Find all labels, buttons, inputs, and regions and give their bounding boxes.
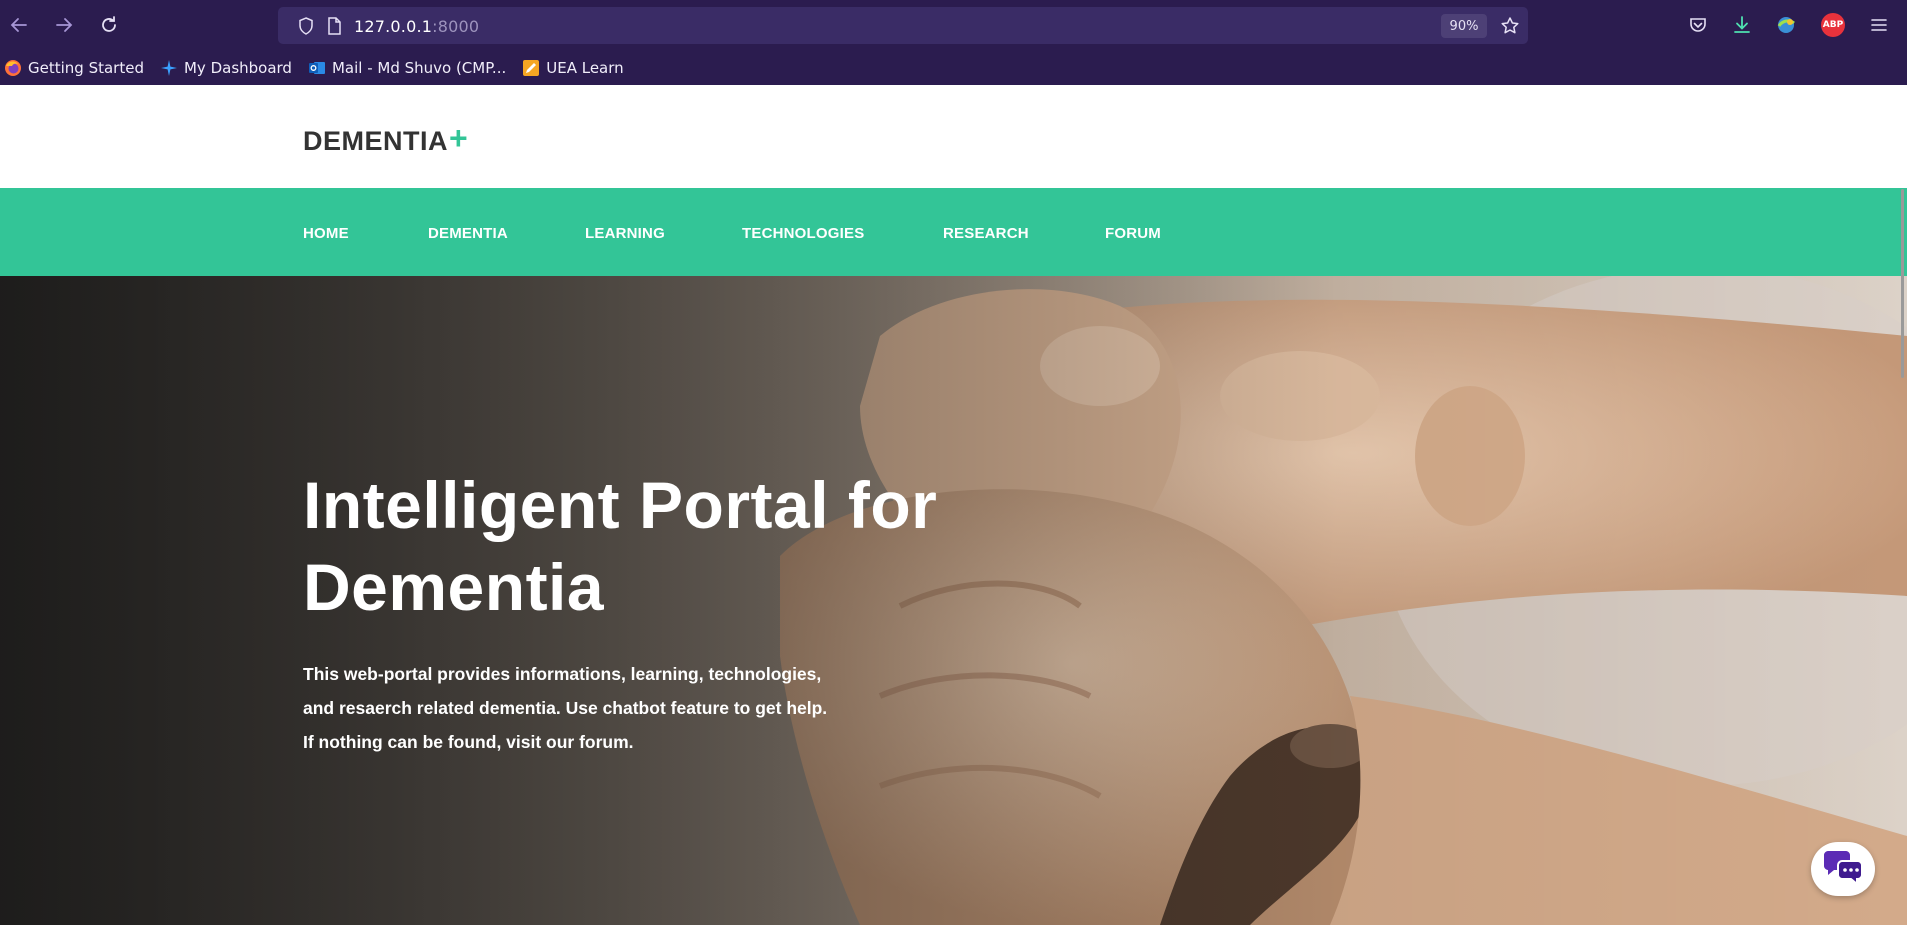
page-scrollbar[interactable]	[1901, 189, 1904, 378]
downloads-button[interactable]	[1729, 12, 1755, 38]
chatbot-button[interactable]	[1811, 842, 1875, 896]
adblock-button[interactable]: ABP	[1820, 12, 1846, 38]
address-bar[interactable]: 127.0.0.1:8000 90%	[278, 7, 1528, 44]
menu-button[interactable]	[1866, 12, 1892, 38]
hero-description: This web-portal provides informations, l…	[303, 657, 923, 759]
bookmark-label: Mail - Md Shuvo (CMP...	[331, 58, 507, 77]
sparkle-icon	[160, 59, 178, 77]
hero-description-line: This web-portal provides informations, l…	[303, 664, 822, 684]
arrow-left-icon	[10, 18, 27, 32]
hero-banner: Intelligent Portal for Dementia This web…	[0, 276, 1907, 925]
reload-button[interactable]	[95, 11, 123, 39]
bookmark-uea-learn[interactable]: UEA Learn	[522, 54, 631, 82]
back-button[interactable]	[5, 11, 33, 39]
bookmark-label: My Dashboard	[183, 58, 292, 77]
bookmark-star-icon[interactable]	[1500, 16, 1520, 36]
url-text[interactable]: 127.0.0.1:8000	[354, 17, 479, 36]
logo-text: DEMENTIA	[303, 126, 448, 156]
logo-plus-icon: +	[449, 120, 469, 156]
page-icon[interactable]	[324, 16, 344, 36]
pencil-icon	[522, 59, 540, 77]
bookmarks-bar: Getting Started My Dashboard Mail - Md S…	[0, 50, 1907, 85]
site-header: DEMENTIA+	[0, 85, 1907, 188]
hero-title-line: Intelligent Portal for	[303, 468, 938, 542]
hero-description-line: If nothing can be found, visit our forum…	[303, 732, 634, 752]
reload-icon	[102, 16, 116, 32]
outlook-icon	[308, 59, 326, 77]
nav-home[interactable]: HOME	[303, 225, 349, 242]
firefox-icon	[4, 59, 22, 77]
forward-button[interactable]	[50, 11, 78, 39]
bookmark-my-dashboard[interactable]: My Dashboard	[160, 54, 300, 82]
pocket-button[interactable]	[1685, 12, 1711, 38]
zoom-level-badge[interactable]: 90%	[1441, 14, 1487, 38]
nav-learning[interactable]: LEARNING	[585, 225, 665, 242]
chat-bubbles-icon	[1824, 851, 1863, 887]
bookmark-mail[interactable]: Mail - Md Shuvo (CMP...	[308, 54, 514, 82]
pocket-icon	[1690, 18, 1706, 32]
main-navigation: HOME DEMENTIA LEARNING TECHNOLOGIES RESE…	[0, 188, 1907, 276]
bookmark-label: Getting Started	[28, 58, 144, 77]
shield-icon[interactable]	[296, 16, 316, 36]
browser-toolbar: 127.0.0.1:8000 90% ABP	[0, 0, 1907, 50]
hero-description-line: and resaerch related dementia. Use chatb…	[303, 698, 828, 718]
nav-technologies[interactable]: TECHNOLOGIES	[742, 225, 864, 242]
hamburger-menu-icon	[1871, 19, 1887, 31]
nav-forum[interactable]: FORUM	[1105, 225, 1161, 242]
hero-title: Intelligent Portal for Dementia	[303, 464, 1003, 628]
nav-dementia[interactable]: DEMENTIA	[428, 225, 508, 242]
site-logo[interactable]: DEMENTIA+	[303, 120, 469, 158]
url-port: :8000	[432, 17, 480, 36]
arrow-right-icon	[56, 18, 73, 32]
download-icon	[1734, 16, 1750, 33]
extension-globe-icon	[1777, 17, 1795, 33]
nav-research[interactable]: RESEARCH	[943, 225, 1029, 242]
bookmark-label: UEA Learn	[546, 58, 624, 77]
bookmark-getting-started[interactable]: Getting Started	[4, 54, 152, 82]
adblock-plus-icon: ABP	[1821, 13, 1845, 37]
url-host: 127.0.0.1	[354, 17, 433, 36]
web-page: DEMENTIA+ HOME DEMENTIA LEARNING TECHNOL…	[0, 85, 1907, 925]
hero-title-line: Dementia	[303, 550, 605, 624]
extension-button[interactable]	[1773, 12, 1799, 38]
